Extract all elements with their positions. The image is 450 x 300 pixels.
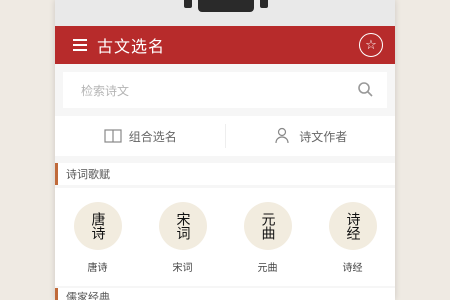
user-icon [275, 127, 289, 144]
seal-icon: 唐诗 [73, 202, 122, 250]
category-tangshi[interactable]: 唐诗 唐诗 [63, 188, 133, 274]
star-icon[interactable]: ☆ [359, 33, 383, 57]
category-label: 元曲 [257, 263, 278, 274]
nav-combo-names-label: 组合选名 [128, 129, 177, 144]
section-header-confucian: 儒家经典 [55, 288, 395, 300]
search-bar[interactable]: 检索诗文 [63, 72, 387, 108]
menu-icon[interactable] [73, 36, 87, 54]
top-band [55, 0, 395, 26]
seal-icon: 宋词 [158, 202, 207, 250]
section-accent-bar [55, 288, 58, 300]
page-title: 古文选名 [97, 37, 166, 56]
category-shijing[interactable]: 诗经 诗经 [318, 188, 388, 274]
nav-combo-names[interactable]: 组合选名 [55, 116, 225, 156]
book-icon [104, 129, 122, 143]
nav-authors[interactable]: 诗文作者 [226, 116, 396, 156]
app-header: 古文选名 ☆ [55, 26, 395, 64]
app-screen: 古文选名 ☆ 检索诗文 组合选名 诗文作者 诗词歌赋 唐诗 唐诗 宋词 宋词 元… [55, 0, 395, 300]
seal-icon: 诗经 [328, 202, 377, 250]
nav-authors-label: 诗文作者 [299, 129, 348, 144]
top-nav: 组合选名 诗文作者 [55, 116, 395, 156]
section-label: 诗词歌赋 [66, 168, 110, 181]
device-top-edge [184, 0, 268, 12]
seal-icon: 元曲 [243, 202, 292, 250]
category-yuanqu[interactable]: 元曲 元曲 [233, 188, 303, 274]
category-songci[interactable]: 宋词 宋词 [148, 188, 218, 274]
category-label: 唐诗 [87, 263, 108, 274]
category-label: 诗经 [342, 263, 363, 274]
category-label: 宋词 [172, 263, 193, 274]
section-accent-bar [55, 163, 58, 185]
category-grid: 唐诗 唐诗 宋词 宋词 元曲 元曲 诗经 诗经 [55, 188, 395, 286]
section-header-poetry: 诗词歌赋 [55, 163, 395, 185]
section-label: 儒家经典 [66, 291, 110, 300]
search-input[interactable]: 检索诗文 [81, 82, 129, 99]
search-icon[interactable] [357, 81, 373, 97]
